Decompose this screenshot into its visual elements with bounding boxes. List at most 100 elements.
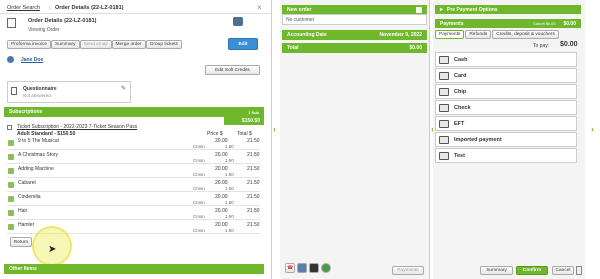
page-subtitle: Viewing Order [28, 27, 60, 33]
globe-icon[interactable] [321, 263, 331, 273]
chat-icon[interactable] [233, 17, 243, 26]
bottom-icons: ☎ [280, 263, 331, 273]
row-fee: 1.50 [225, 186, 234, 191]
ticket-icon [8, 182, 14, 188]
send-email-button[interactable]: Send email [79, 40, 112, 49]
ticket-icon [8, 224, 14, 230]
to-pay-value: $0.00 [560, 41, 578, 48]
payment-tabs: Payments Refunds Credits, deposit & vouc… [435, 30, 559, 39]
print-icon[interactable] [576, 266, 582, 275]
accounting-date-value[interactable]: November 9, 2022 [379, 32, 422, 38]
table-row[interactable]: Cinderella 20.00 21.50 Cmsn 1.50 [7, 193, 260, 206]
row-total: 21.50 [247, 138, 260, 144]
proforma-invoice-button[interactable]: Proforma invoice [7, 40, 51, 49]
close-icon[interactable]: × [257, 3, 262, 12]
payment-panel: ▸ Pre Payment Options Payments Cancel $0… [433, 0, 585, 279]
pre-payment-title: Pre Payment Options [447, 6, 498, 13]
payment-method-label: Test [454, 152, 465, 159]
row-commission: Cmsn [193, 228, 205, 233]
questionnaire-status: Not answered [23, 93, 51, 98]
summary-footer-button[interactable]: Summary [480, 266, 513, 275]
return-button[interactable]: Return [10, 237, 32, 247]
payment-method-chip[interactable]: Chip [435, 84, 577, 99]
subscriptions-title: Subscriptions [9, 109, 43, 115]
return-label: Return [13, 239, 29, 245]
table-row[interactable]: Hair 20.00 21.50 Cmsn 1.50 [7, 207, 260, 220]
to-pay-label: To pay: [533, 43, 550, 49]
table-row[interactable]: Cabaret 20.00 21.50 Cmsn 1.50 [7, 179, 260, 192]
phone-icon[interactable]: ☎ [285, 263, 295, 273]
payment-method-imported[interactable]: Imported payment [435, 132, 577, 147]
group-tickets-button[interactable]: Group tickets [145, 40, 182, 49]
edit-pencil-icon[interactable]: ✎ [121, 85, 126, 92]
tab-order-search[interactable]: Order Search [7, 5, 40, 11]
row-total: 21.50 [247, 222, 260, 228]
merge-order-button[interactable]: Merge order [111, 40, 146, 49]
card-icon [439, 71, 449, 80]
monitor-icon[interactable] [297, 263, 307, 273]
subscription-link[interactable]: Ticket Subscription - 2022-2023 7-Ticket… [17, 124, 137, 130]
ticket-icon [8, 168, 14, 174]
row-total: 21.50 [247, 152, 260, 158]
payments-button[interactable]: Payments [392, 266, 424, 275]
row-name: Adding Machine [18, 166, 54, 172]
no-customer[interactable]: No customer [282, 14, 427, 25]
payment-method-card[interactable]: Card [435, 68, 577, 83]
edit-soft-credits-button[interactable]: Edit Soft Credits [205, 65, 260, 75]
pre-payment-header[interactable]: ▸ Pre Payment Options [435, 5, 581, 14]
confirm-label: Confirm [522, 268, 542, 273]
new-order-header: New order [282, 5, 427, 14]
other-items-header[interactable]: Other Items [4, 264, 264, 274]
payment-method-test[interactable]: Test [435, 148, 577, 163]
table-row[interactable]: 9 to 5 The Musical 20.00 21.50 Cmsn 1.50 [7, 137, 260, 150]
collapse-left-icon[interactable]: › [273, 124, 276, 134]
order-toolbar: Proforma invoice Summary Send email Merg… [7, 40, 182, 49]
row-fee: 1.50 [225, 144, 234, 149]
check-icon [439, 103, 449, 112]
ticket-icon [8, 154, 14, 160]
questionnaire-box: Questionnaire Not answered ✎ [7, 81, 131, 103]
expand-arrow-icon: ▸ [440, 7, 444, 13]
total-value: $0.00 [409, 45, 422, 51]
chip-icon [439, 87, 449, 96]
table-row[interactable]: Adding Machine 20.00 21.50 Cmsn 1.50 [7, 165, 260, 178]
order-details-panel: Order Search | Order Details (22-LZ-0181… [0, 0, 272, 279]
cash-icon [439, 55, 449, 64]
row-total: 21.50 [247, 208, 260, 214]
row-name: A Christmas Story [18, 152, 59, 158]
edit-button[interactable]: Edit [228, 38, 258, 50]
collapse-right-icon[interactable]: › [591, 124, 594, 134]
kiosk-icon[interactable] [309, 263, 319, 273]
payment-method-check[interactable]: Check [435, 100, 577, 115]
payment-method-eft[interactable]: EFT [435, 116, 577, 131]
payment-method-label: Chip [454, 88, 467, 95]
mouse-cursor-icon: ➤ [48, 244, 57, 255]
cancel-label: Cancel [555, 268, 571, 273]
divider [0, 13, 272, 14]
tab-order-details[interactable]: Order Details (22-LZ-0181) [55, 5, 123, 11]
summary-footer-label: Summary [486, 268, 507, 273]
payments-button-label: Payments [397, 268, 419, 273]
confirm-button[interactable]: Confirm [516, 266, 548, 275]
table-row[interactable]: A Christmas Story 20.00 21.50 Cmsn 1.50 [7, 151, 260, 164]
payments-cancel-value: Cancel $0.00 [533, 21, 556, 26]
test-payment-icon [439, 151, 449, 160]
payment-method-cash[interactable]: Cash [435, 52, 577, 67]
payments-value: $0.00 [563, 20, 576, 27]
row-fee: 1.50 [225, 172, 234, 177]
row-commission: Cmsn [193, 144, 205, 149]
tab-credits[interactable]: Credits, deposit & vouchers [492, 30, 559, 39]
cancel-button[interactable]: Cancel [552, 266, 574, 275]
customer-name[interactable]: Jane Doe [21, 57, 43, 63]
tab-refunds[interactable]: Refunds [465, 30, 492, 39]
payment-method-label: Imported payment [454, 136, 502, 143]
payment-method-label: Card [454, 72, 467, 79]
accounting-date-bar: Accounting Date November 9, 2022 [282, 30, 427, 40]
subscription-checkbox[interactable] [7, 125, 12, 130]
row-name: Hair [18, 208, 28, 214]
expand-icon[interactable] [416, 6, 422, 13]
summary-button[interactable]: Summary [51, 40, 80, 49]
eft-icon [439, 119, 449, 128]
tab-payments[interactable]: Payments [435, 30, 465, 39]
row-total: 21.50 [247, 180, 260, 186]
